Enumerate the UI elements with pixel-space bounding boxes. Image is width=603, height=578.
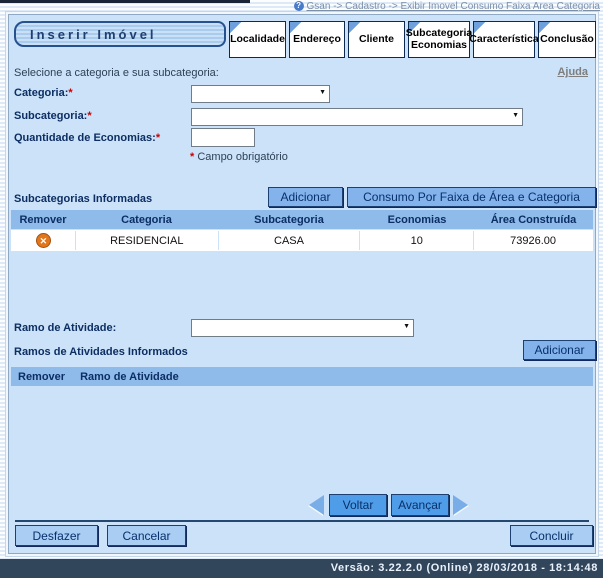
- ramo-atividade-label: Ramo de Atividade:: [14, 322, 116, 334]
- desfazer-button[interactable]: Desfazer: [15, 525, 98, 546]
- required-asterisk: *: [68, 87, 72, 99]
- area-construida-cell: 73926.00: [474, 231, 592, 250]
- subcategorias-section-label: Subcategorias Informadas: [14, 193, 152, 205]
- voltar-button[interactable]: Voltar: [329, 494, 387, 516]
- categoria-label: Categoria:*: [14, 87, 73, 99]
- column-header: Remover: [18, 371, 65, 383]
- tab-endereco[interactable]: Endereço: [289, 21, 345, 58]
- categoria-cell: RESIDENCIAL: [76, 231, 218, 250]
- adicionar-subcategoria-button[interactable]: Adicionar: [268, 187, 343, 207]
- breadcrumb: ?Gsan -> Cadastro -> Exibir Imovel Consu…: [294, 1, 600, 12]
- consumo-faixa-button[interactable]: Consumo Por Faixa de Área e Categoria: [347, 187, 596, 207]
- column-header: Categoria: [75, 214, 218, 226]
- divider: [15, 520, 589, 522]
- required-asterisk: *: [156, 132, 160, 144]
- column-header: Economias: [360, 214, 474, 226]
- version-footer: Versão: 3.22.2.0 (Online) 28/03/2018 - 1…: [0, 559, 603, 578]
- column-header: Área Construída: [474, 214, 593, 226]
- column-header: Ramo de Atividade: [80, 371, 179, 383]
- tab-subcategoria-economias[interactable]: Subcategoria Economias: [408, 21, 470, 58]
- top-dark-strip: [0, 0, 250, 3]
- help-icon[interactable]: ?: [294, 1, 304, 11]
- ramo-atividade-select[interactable]: [191, 319, 414, 337]
- remove-cell: ✕: [12, 231, 75, 250]
- subcategoria-select-wrap: ▼: [191, 107, 523, 125]
- ramo-atividade-select-wrap: ▼: [191, 318, 414, 336]
- subcategorias-table: Remover Categoria Subcategoria Economias…: [11, 210, 593, 251]
- ramos-section-label: Ramos de Atividades Informados: [14, 346, 188, 358]
- form-instruction: Selecione a categoria e sua subcategoria…: [14, 67, 219, 79]
- column-header: Remover: [11, 214, 75, 226]
- cancelar-button[interactable]: Cancelar: [107, 525, 186, 546]
- tab-cliente[interactable]: Cliente: [348, 21, 405, 58]
- required-asterisk: *: [87, 110, 91, 122]
- required-note: * Campo obrigatório: [190, 151, 288, 163]
- ajuda-link[interactable]: Ajuda: [557, 66, 588, 78]
- categoria-select[interactable]: [191, 85, 330, 103]
- tab-conclusao[interactable]: Conclusão: [538, 21, 596, 58]
- quantidade-economias-label: Quantidade de Economias:*: [14, 132, 160, 144]
- subcategoria-label: Subcategoria:*: [14, 110, 92, 122]
- prev-arrow-icon[interactable]: [309, 495, 324, 515]
- subcategoria-cell: CASA: [219, 231, 360, 250]
- subcategorias-table-header: Remover Categoria Subcategoria Economias…: [11, 210, 593, 229]
- concluir-button[interactable]: Concluir: [510, 525, 593, 546]
- table-row: ✕ RESIDENCIAL CASA 10 73926.00: [11, 230, 593, 251]
- main-panel: Inserir Imóvel Localidade Endereço Clien…: [8, 14, 596, 554]
- adicionar-ramo-button[interactable]: Adicionar: [523, 340, 596, 360]
- subcategoria-select[interactable]: [191, 108, 523, 126]
- tab-localidade[interactable]: Localidade: [229, 21, 286, 58]
- next-arrow-icon[interactable]: [453, 495, 468, 515]
- wizard-tabs: Localidade Endereço Cliente Subcategoria…: [229, 21, 596, 58]
- remove-icon[interactable]: ✕: [36, 233, 51, 248]
- tab-caracteristica[interactable]: Característica: [473, 21, 535, 58]
- column-header: Subcategoria: [218, 214, 360, 226]
- page-title: Inserir Imóvel: [14, 21, 226, 47]
- ramos-table-header: Remover Ramo de Atividade: [11, 367, 593, 386]
- quantidade-economias-input[interactable]: [191, 128, 255, 147]
- categoria-select-wrap: ▼: [191, 84, 330, 102]
- economias-cell: 10: [360, 231, 473, 250]
- avancar-button[interactable]: Avançar: [391, 494, 449, 516]
- breadcrumb-path[interactable]: Gsan -> Cadastro -> Exibir Imovel Consum…: [307, 1, 600, 12]
